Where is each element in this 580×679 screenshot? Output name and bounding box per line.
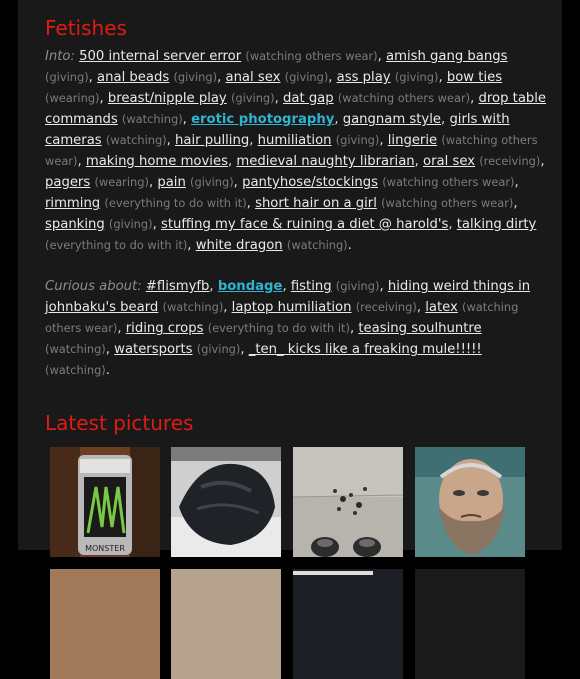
curious-tag-role: (watching) [45,363,106,377]
into-tag-link[interactable]: stuffing my face & ruining a diet @ haro… [161,217,448,232]
picture-thumb-6[interactable] [171,569,281,679]
curious-tag-role: (everything to do with it) [207,321,350,335]
into-tag-role: (giving) [45,70,89,84]
dark-clothing-photo [171,447,281,557]
curious-tag-role: (watching) [45,342,106,356]
picture-thumb-2[interactable] [171,447,281,557]
curious-tag-link[interactable]: riding crops [126,321,204,336]
into-tag-role: (watching others wear) [337,91,471,105]
curious-tag-link[interactable]: fisting [291,279,332,294]
svg-text:MONSTER: MONSTER [85,544,125,553]
into-tag-role: (giving) [335,133,380,147]
into-tag-role: (watching) [105,133,167,147]
into-tag-role: (giving) [173,70,218,84]
curious-tag-role: (giving) [335,279,380,293]
into-tag-link[interactable]: short hair on a girl [255,196,377,211]
into-tag-role: (giving) [230,91,275,105]
into-tag-role: (giving) [108,217,153,231]
into-tag-link[interactable]: lingerie [388,133,437,148]
into-tag-link[interactable]: bow ties [447,70,502,85]
into-tag-role: (giving) [284,70,329,84]
into-tag-role: (watching) [286,238,348,252]
into-tag-role: (giving) [394,70,439,84]
into-tag-role: (wearing) [94,175,149,189]
picture-thumb-5[interactable] [50,569,160,679]
into-tag-link[interactable]: amish gang bangs [386,49,507,64]
into-tag-link[interactable]: medieval naughty librarian [236,154,414,169]
into-tag-link[interactable]: rimming [45,196,100,211]
curious-label: Curious about: [45,279,142,294]
curious-tag-link[interactable]: bondage [218,279,283,294]
into-tag-link[interactable]: pantyhose/stockings [242,175,378,190]
curious-tag-role: (giving) [196,342,241,356]
into-tag-link[interactable]: talking dirty [457,217,537,232]
picture-thumb-1[interactable]: MONSTER [50,447,160,557]
into-tag-link[interactable]: 500 internal server error [79,49,241,64]
into-tag-role: (everything to do with it) [45,238,188,252]
curious-tag-role: (receiving) [355,300,417,314]
fetishes-heading: Fetishes [45,16,127,40]
into-tag-link[interactable]: anal beads [97,70,169,85]
into-tag-link[interactable]: making home movies [86,154,228,169]
into-tag-link[interactable]: dat gap [283,91,334,106]
into-tag-link[interactable]: gangnam style [343,112,441,127]
into-tag-role: (giving) [190,175,234,189]
into-tag-role: (receiving) [479,154,541,168]
curious-list: Curious about: #flismyfb, bondage, fisti… [45,279,531,378]
into-tag-link[interactable]: breast/nipple play [108,91,227,106]
into-tag-role: (wearing) [45,91,100,105]
pictures-grid: MONSTER [45,441,550,679]
into-tag-link[interactable]: pagers [45,175,90,190]
picture-thumb-7[interactable] [293,569,403,679]
curious-tag-link[interactable]: laptop humiliation [232,300,352,315]
bearded-man-portrait-photo [415,447,525,557]
into-tag-link[interactable]: anal sex [225,70,280,85]
floor-feet-photo [293,447,403,557]
into-tag-link[interactable]: pain [157,175,185,190]
into-tag-role: (watching others wear) [382,175,515,189]
curious-tag-link[interactable]: teasing soulhuntre [358,321,481,336]
into-list: Into: 500 internal server error (watchin… [45,49,547,253]
picture-thumb-4[interactable] [415,447,525,557]
picture-thumb-8[interactable] [415,569,525,679]
into-tag-link[interactable]: spanking [45,217,105,232]
curious-tag-link[interactable]: watersports [114,342,192,357]
curious-tag-link[interactable]: latex [425,300,458,315]
into-tag-role: (watching) [121,112,183,126]
into-tag-link[interactable]: white dragon [196,238,283,253]
into-tag-link[interactable]: oral sex [423,154,475,169]
into-tag-role: (watching others wear) [381,196,514,210]
into-tag-role: (watching others wear) [245,49,378,63]
into-tag-link[interactable]: erotic photography [191,112,334,127]
into-label: Into: [45,49,75,64]
curious-tag-link[interactable]: _ten_ kicks like a freaking mule!!!!! [249,342,482,357]
curious-tag-role: (watching) [162,300,224,314]
energy-drink-can-photo: MONSTER [50,447,160,557]
picture-thumb-3[interactable] [293,447,403,557]
into-tag-link[interactable]: ass play [337,70,391,85]
profile-panel: Fetishes Into: 500 internal server error… [18,0,562,679]
into-tag-link[interactable]: humiliation [258,133,332,148]
into-tag-link[interactable]: hair pulling [175,133,249,148]
curious-tag-link[interactable]: #flismyfb [146,279,210,294]
latest-pictures-heading: Latest pictures [45,411,194,435]
into-tag-role: (everything to do with it) [104,196,247,210]
